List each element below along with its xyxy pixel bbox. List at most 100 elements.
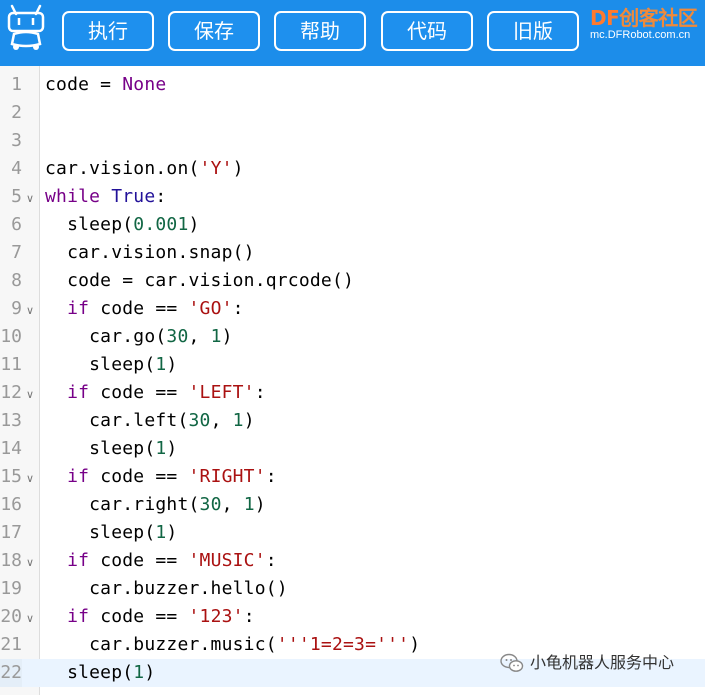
- token: ): [232, 158, 244, 179]
- line-number: 5: [11, 186, 22, 207]
- old-version-button[interactable]: 旧版: [487, 11, 579, 51]
- token: sleep(: [45, 522, 156, 543]
- code-line[interactable]: 19 car.buzzer.hello(): [0, 575, 705, 603]
- robot-logo-icon[interactable]: [4, 4, 48, 52]
- code-text: code = car.vision.qrcode(): [45, 267, 354, 295]
- fold-arrow-icon[interactable]: ∨: [25, 606, 35, 628]
- line-number: 20: [0, 606, 22, 627]
- code-text: sleep(1): [45, 435, 177, 463]
- token-str: 'GO': [188, 298, 233, 319]
- code-line[interactable]: 3: [0, 127, 705, 155]
- line-number: 16: [0, 494, 22, 515]
- token: :: [155, 186, 167, 207]
- code-text: car.left(30, 1): [45, 407, 255, 435]
- code-line[interactable]: 7 car.vision.snap(): [0, 239, 705, 267]
- code-line[interactable]: 13 car.left(30, 1): [0, 407, 705, 435]
- code-text: if code == 'GO':: [45, 295, 244, 323]
- brand-df: DF: [590, 6, 620, 30]
- code-text: sleep(1): [45, 351, 177, 379]
- fold-arrow-icon[interactable]: ∨: [25, 550, 35, 572]
- brand-url: mc.DFRobot.com.cn: [590, 29, 691, 41]
- token: code ==: [89, 606, 189, 627]
- token: car.vision.on(: [45, 158, 200, 179]
- line-number: 14: [0, 438, 22, 459]
- code-line[interactable]: 4 car.vision.on('Y'): [0, 155, 705, 183]
- line-number: 6: [11, 214, 22, 235]
- fold-arrow-icon[interactable]: ∨: [25, 382, 35, 404]
- help-button[interactable]: 帮助: [274, 11, 366, 51]
- code-line[interactable]: 14 sleep(1): [0, 435, 705, 463]
- code-editor[interactable]: 1 code = None 2 3 4 car.vision.on('Y') 5 ∨ while…: [0, 66, 705, 695]
- token: car.buzzer.hello(): [45, 578, 288, 599]
- dfrobot-brand[interactable]: DF创客社区 mc.DFRobot.com.cn: [588, 2, 705, 48]
- code-line[interactable]: 9 ∨ if code == 'GO':: [0, 295, 705, 323]
- token: ): [254, 494, 266, 515]
- code-line[interactable]: 1 code = None: [0, 71, 705, 99]
- token: ): [409, 634, 421, 655]
- token: code ==: [89, 382, 189, 403]
- code-line[interactable]: 20 ∨ if code == '123':: [0, 603, 705, 631]
- line-number: 15: [0, 466, 22, 487]
- code-line[interactable]: 8 code = car.vision.qrcode(): [0, 267, 705, 295]
- token: :: [232, 298, 244, 319]
- token: sleep(: [45, 214, 134, 235]
- token: ): [166, 438, 178, 459]
- token-num: 1: [243, 494, 255, 515]
- token: :: [254, 382, 266, 403]
- line-number: 18: [0, 550, 22, 571]
- token: sleep(: [45, 438, 156, 459]
- save-button[interactable]: 保存: [168, 11, 260, 51]
- code-line[interactable]: 5 ∨ while True:: [0, 183, 705, 211]
- code-text: car.right(30, 1): [45, 491, 266, 519]
- token-str: 'MUSIC': [188, 550, 266, 571]
- token-bi: True: [111, 186, 156, 207]
- line-number: 17: [0, 522, 22, 543]
- line-number: 2: [11, 102, 22, 123]
- code-line[interactable]: 16 car.right(30, 1): [0, 491, 705, 519]
- line-number: 13: [0, 410, 22, 431]
- token-str: 'Y': [199, 158, 233, 179]
- fold-arrow-icon[interactable]: ∨: [25, 466, 35, 488]
- code-line[interactable]: 10 car.go(30, 1): [0, 323, 705, 351]
- token: :: [265, 466, 277, 487]
- token-str: '''1=2=3=''': [276, 634, 410, 655]
- token: ): [144, 662, 156, 683]
- code-line[interactable]: 6 sleep(0.001): [0, 211, 705, 239]
- token: code ==: [89, 298, 189, 319]
- token: car.buzzer.music(: [45, 634, 277, 655]
- token-kw: while: [45, 186, 101, 207]
- token-num: 0.001: [133, 214, 189, 235]
- code-line[interactable]: 17 sleep(1): [0, 519, 705, 547]
- token: ,: [221, 494, 244, 515]
- token-str: 'LEFT': [188, 382, 255, 403]
- fold-arrow-icon[interactable]: ∨: [25, 186, 35, 208]
- code-text: if code == 'MUSIC':: [45, 547, 277, 575]
- code-text: car.buzzer.music('''1=2=3='''): [45, 631, 420, 659]
- token-num: 1: [133, 662, 145, 683]
- line-number: 8: [11, 270, 22, 291]
- token-num: 30: [199, 494, 222, 515]
- code-line[interactable]: 11 sleep(1): [0, 351, 705, 379]
- token-str: '123': [188, 606, 244, 627]
- token-num: 1: [155, 354, 167, 375]
- token: ,: [188, 326, 211, 347]
- token-str: 'RIGHT': [188, 466, 266, 487]
- token: car.go(: [45, 326, 167, 347]
- fold-arrow-icon[interactable]: ∨: [25, 298, 35, 320]
- line-number: 4: [11, 158, 22, 179]
- code-line[interactable]: 15 ∨ if code == 'RIGHT':: [0, 463, 705, 491]
- run-button[interactable]: 执行: [62, 11, 154, 51]
- code-line[interactable]: 18 ∨ if code == 'MUSIC':: [0, 547, 705, 575]
- code-line[interactable]: 12 ∨ if code == 'LEFT':: [0, 379, 705, 407]
- token-kw: None: [122, 74, 167, 95]
- code-text: sleep(1): [45, 519, 177, 547]
- code-text: car.go(30, 1): [45, 323, 233, 351]
- code-line[interactable]: 2: [0, 99, 705, 127]
- token: ): [166, 522, 178, 543]
- code-button[interactable]: 代码: [381, 11, 473, 51]
- token: ): [243, 410, 255, 431]
- code-text: car.buzzer.hello(): [45, 575, 288, 603]
- code-text: while True:: [45, 183, 166, 211]
